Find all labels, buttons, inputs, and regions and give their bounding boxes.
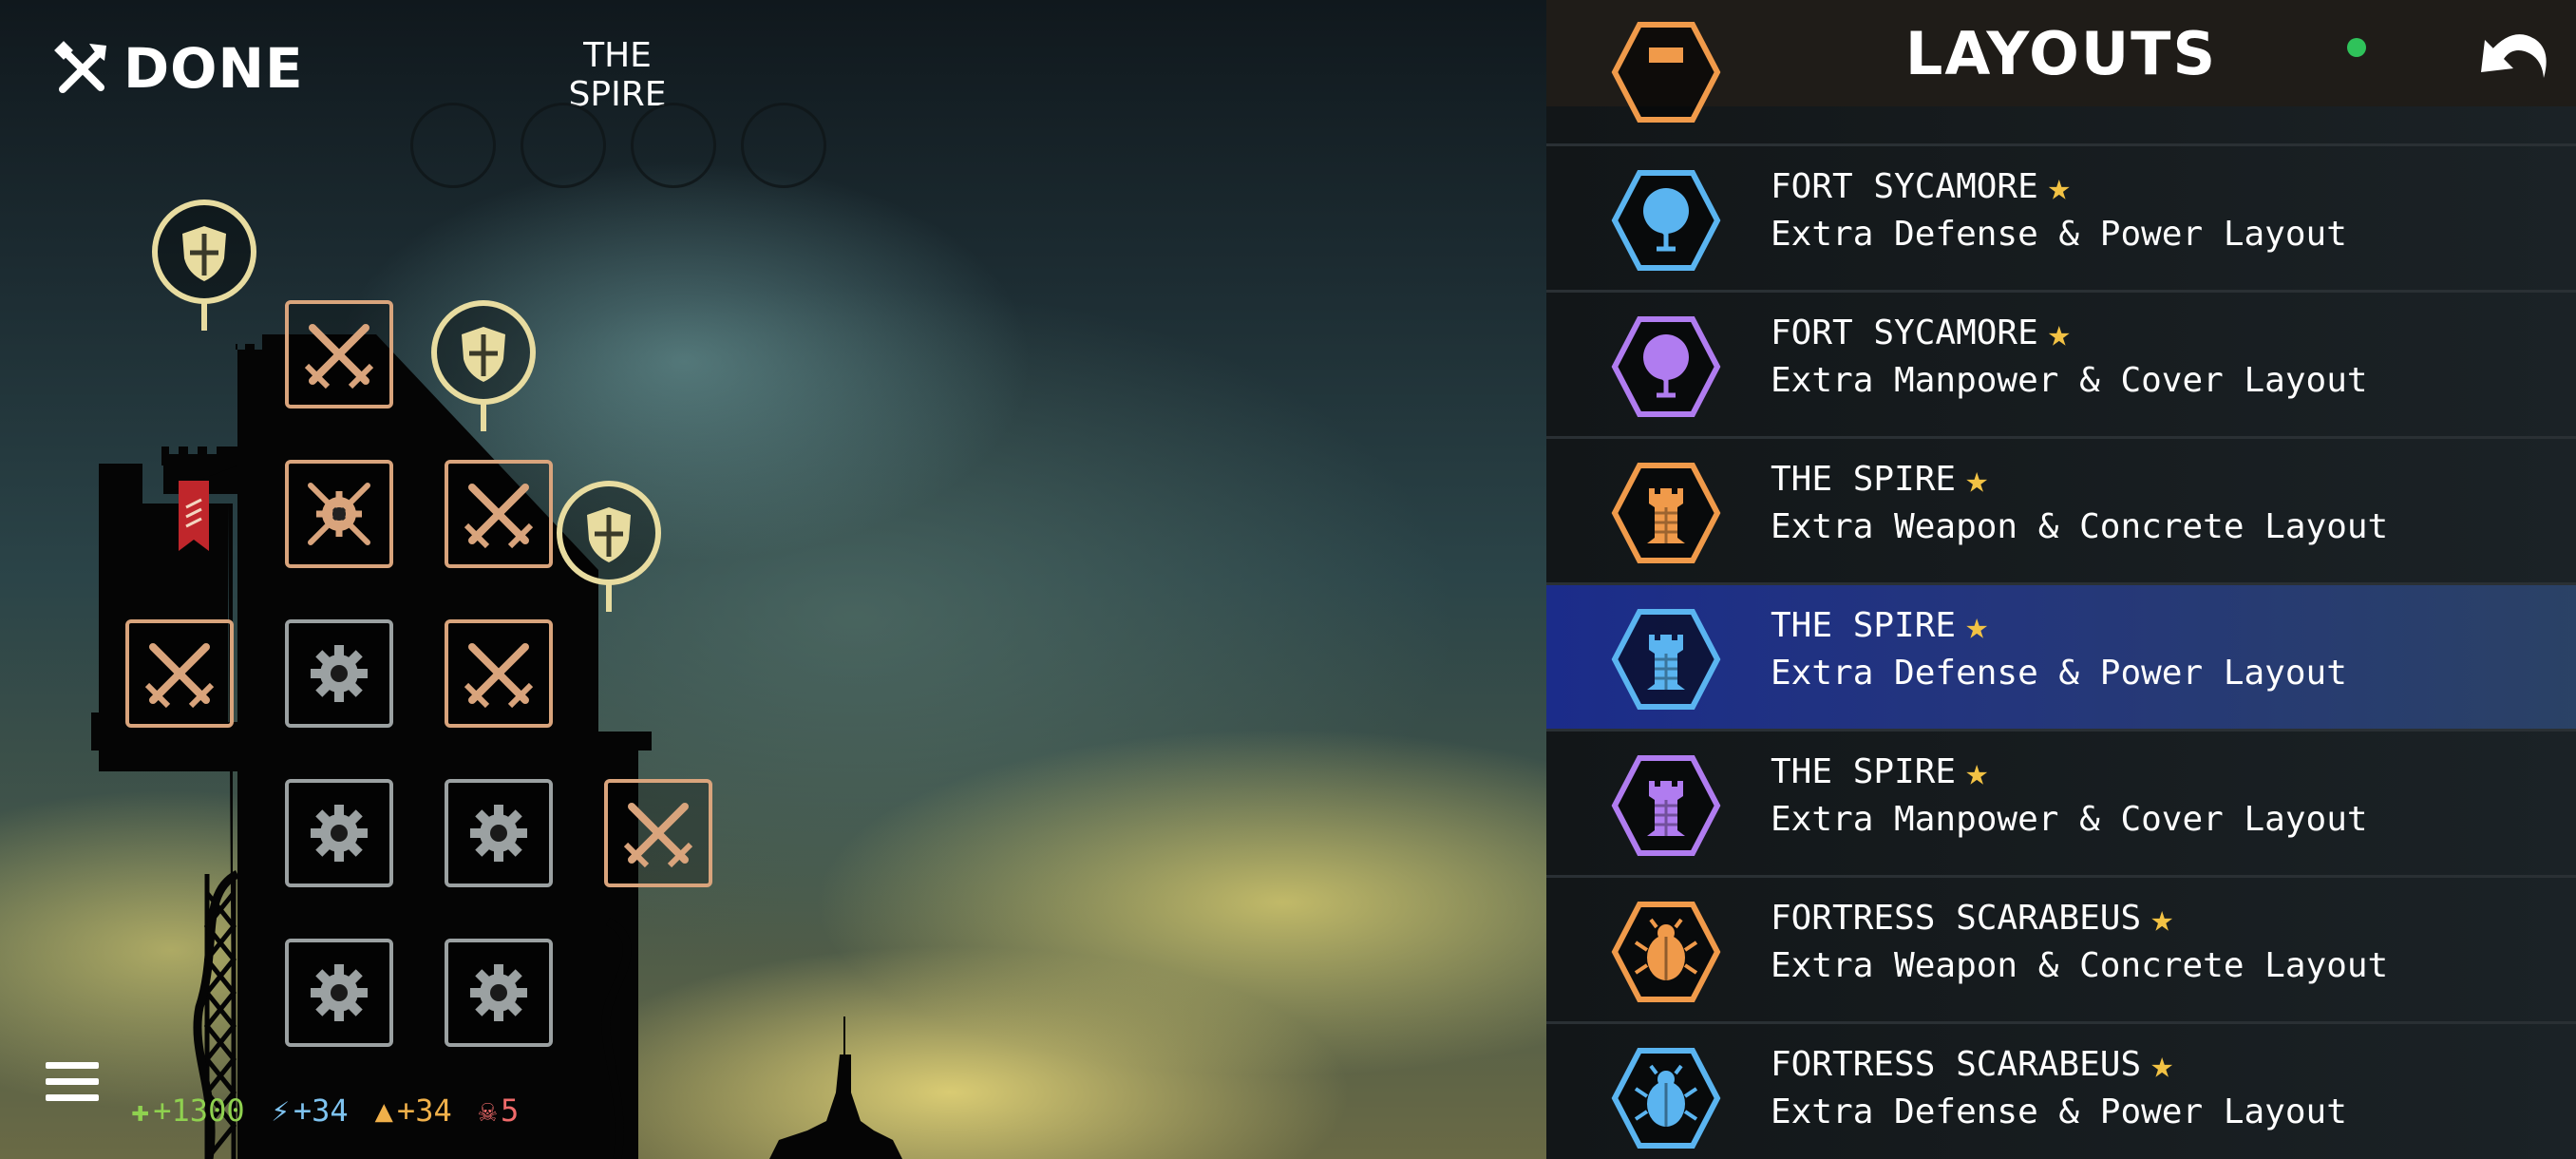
tower-icon — [1611, 463, 1721, 563]
status-dot — [2347, 38, 2366, 57]
empty-slot[interactable] — [631, 103, 716, 188]
layout-row[interactable]: FORTRESS SCARABEUS ★ Extra Weapon & Conc… — [1546, 878, 2576, 1024]
health-value: +1300 — [153, 1092, 245, 1129]
star-icon: ★ — [2047, 311, 2071, 355]
tree-icon — [1611, 316, 1721, 417]
crossed-swords-icon — [464, 484, 534, 549]
defense-pin-icon[interactable] — [431, 300, 536, 433]
power-resource: ⚡ +34 — [272, 1092, 349, 1129]
gear-slot[interactable] — [285, 619, 393, 728]
tools-icon — [54, 41, 106, 93]
crossed-swords-icon — [623, 803, 693, 868]
tower-icon — [1611, 609, 1721, 710]
layout-title: THE SPIRE ★ — [1771, 752, 1988, 791]
crossed-swords-icon — [304, 324, 374, 390]
core-slot[interactable] — [285, 460, 393, 568]
layout-list: FORT SYCAMORE ★ Extra Defense & Power La… — [1546, 22, 2576, 1159]
soldier-icon: ▲ — [374, 1092, 393, 1129]
manpower-value: +34 — [396, 1092, 452, 1129]
layout-subtitle: Extra Weapon & Concrete Layout — [1771, 946, 2389, 985]
layout-title: THE SPIRE ★ — [1771, 606, 1988, 645]
layout-title: THE SPIRE ★ — [1771, 460, 1988, 499]
defense-pin-icon[interactable] — [557, 481, 661, 614]
orange-tower-icon — [1611, 22, 1721, 123]
empty-slot[interactable] — [521, 103, 606, 188]
unit-slots — [410, 103, 826, 188]
layout-subtitle: Extra Defense & Power Layout — [1771, 1092, 2347, 1131]
layout-name: FORTRESS SCARABEUS — [1771, 899, 2142, 938]
layout-name: FORT SYCAMORE — [1771, 167, 2038, 206]
star-icon: ★ — [1965, 750, 1989, 794]
layout-title: FORT SYCAMORE ★ — [1771, 167, 2071, 206]
tree-icon — [1611, 170, 1721, 271]
layout-row[interactable]: THE SPIRE ★ Extra Defense & Power Layout — [1546, 585, 2576, 732]
skull-icon: ☠ — [478, 1092, 497, 1129]
layout-subtitle: Extra Weapon & Concrete Layout — [1771, 507, 2389, 546]
layout-name: THE SPIRE — [1771, 606, 1957, 645]
weapon-slot[interactable] — [445, 460, 553, 568]
done-label: DONE — [123, 36, 304, 101]
gear-slot[interactable] — [445, 779, 553, 887]
gear-icon — [470, 805, 527, 862]
core-gear-swords-icon — [308, 483, 370, 545]
tower-icon — [1611, 755, 1721, 856]
crossed-swords-icon — [464, 643, 534, 709]
star-icon: ★ — [1965, 457, 1989, 502]
layout-name: FORT SYCAMORE — [1771, 314, 2038, 352]
gear-icon — [311, 645, 368, 702]
layout-title: FORTRESS SCARABEUS ★ — [1771, 899, 2173, 938]
plus-icon: ✚ — [131, 1092, 150, 1129]
layout-row[interactable] — [1546, 22, 2576, 146]
layout-subtitle: Extra Defense & Power Layout — [1771, 654, 2347, 693]
crossed-swords-icon — [144, 643, 215, 709]
star-icon: ★ — [2047, 164, 2071, 209]
layout-name: THE SPIRE — [1771, 460, 1957, 499]
skull-value: 5 — [500, 1092, 520, 1129]
back-arrow-icon[interactable] — [2475, 23, 2551, 84]
gear-slot[interactable] — [285, 779, 393, 887]
done-button[interactable]: DONE — [53, 36, 304, 101]
layout-row[interactable]: FORT SYCAMORE ★ Extra Manpower & Cover L… — [1546, 293, 2576, 439]
weapon-slot[interactable] — [604, 779, 712, 887]
resource-bar: ✚ +1300 ⚡ +34 ▲ +34 ☠ 5 — [131, 1092, 519, 1129]
weapon-slot[interactable] — [285, 300, 393, 408]
layout-title: FORT SYCAMORE ★ — [1771, 314, 2071, 352]
gear-icon — [311, 964, 368, 1021]
star-icon: ★ — [2150, 1042, 2174, 1087]
weapon-slot[interactable] — [125, 619, 234, 728]
banner-icon — [179, 475, 209, 551]
layout-subtitle: Extra Manpower & Cover Layout — [1771, 800, 2368, 839]
gear-slot[interactable] — [445, 939, 553, 1047]
gear-icon — [470, 964, 527, 1021]
panel-title: LAYOUTS — [1904, 18, 2218, 88]
layout-row[interactable]: FORT SYCAMORE ★ Extra Defense & Power La… — [1546, 146, 2576, 293]
empty-slot[interactable] — [741, 103, 826, 188]
empty-slot[interactable] — [410, 103, 496, 188]
layout-row[interactable]: THE SPIRE ★ Extra Weapon & Concrete Layo… — [1546, 439, 2576, 585]
scarab-icon — [1611, 1048, 1721, 1149]
star-icon: ★ — [1965, 603, 1989, 648]
layout-row[interactable]: FORTRESS SCARABEUS ★ Extra Defense & Pow… — [1546, 1024, 2576, 1159]
defense-pin-icon[interactable] — [152, 200, 256, 332]
power-value: +34 — [293, 1092, 349, 1129]
layout-name: FORTRESS SCARABEUS — [1771, 1045, 2142, 1084]
layout-name: THE SPIRE — [1771, 752, 1957, 791]
star-icon: ★ — [2150, 896, 2174, 940]
manpower-resource: ▲ +34 — [375, 1092, 452, 1129]
fortress-scene: DONE THE SPIRE ✚ +1300 ⚡ +34 ▲ +34 ☠ 5 — [0, 0, 1546, 1159]
layout-subtitle: Extra Defense & Power Layout — [1771, 215, 2347, 254]
gear-icon — [311, 805, 368, 862]
lightning-icon: ⚡ — [271, 1092, 290, 1129]
skull-resource: ☠ 5 — [479, 1092, 520, 1129]
gear-slot[interactable] — [285, 939, 393, 1047]
weapon-slot[interactable] — [445, 619, 553, 728]
scarab-icon — [1611, 902, 1721, 1002]
layout-subtitle: Extra Manpower & Cover Layout — [1771, 361, 2368, 400]
menu-button[interactable] — [46, 1062, 99, 1110]
layouts-panel: LAYOUTS FORT SYCAMORE ★ Extra Defense & … — [1546, 0, 2576, 1159]
layout-title: FORTRESS SCARABEUS ★ — [1771, 1045, 2173, 1084]
health-resource: ✚ +1300 — [131, 1092, 245, 1129]
layout-row[interactable]: THE SPIRE ★ Extra Manpower & Cover Layou… — [1546, 732, 2576, 878]
